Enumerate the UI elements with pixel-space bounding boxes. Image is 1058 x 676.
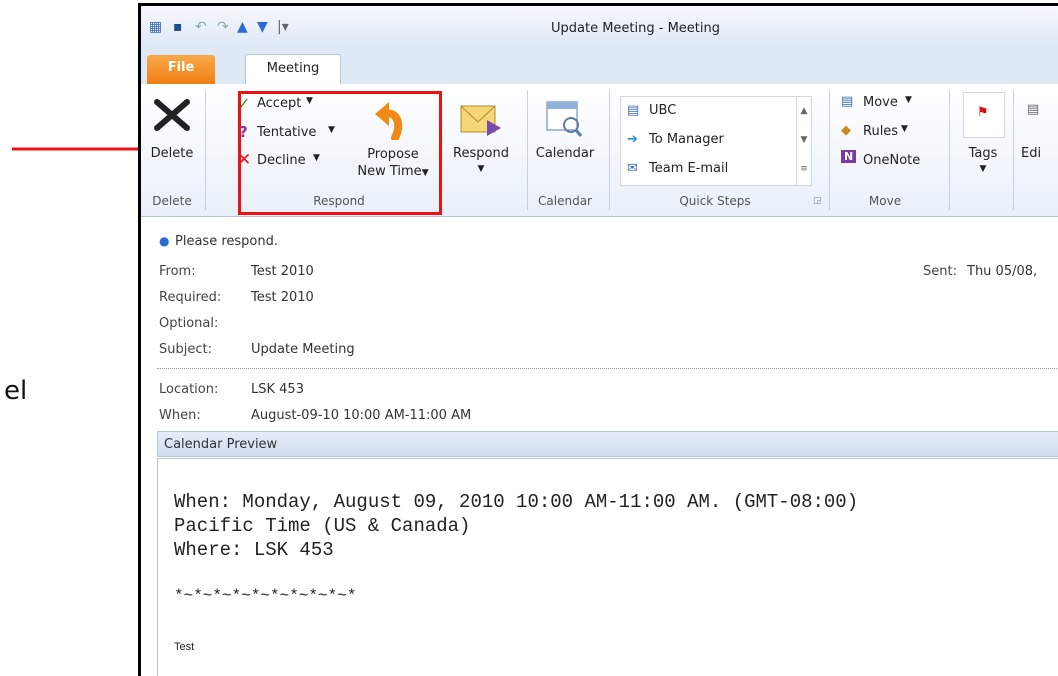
optional-label: Optional:: [159, 316, 219, 331]
body-separator-line: *~*~*~*~*~*~*~*~*~*: [174, 587, 357, 605]
sent-value: Thu 05/08,: [967, 264, 1038, 279]
editing-button[interactable]: Edi: [1021, 146, 1058, 161]
dialog-launcher-icon[interactable]: ◲: [813, 196, 822, 206]
from-value[interactable]: Test 2010: [251, 264, 314, 279]
move-button[interactable]: Move: [863, 95, 898, 110]
calendar-button[interactable]: Calendar: [533, 146, 597, 161]
quick-step-to-manager[interactable]: To Manager: [649, 132, 724, 147]
rules-button[interactable]: Rules: [863, 124, 898, 139]
location-value: LSK 453: [251, 382, 304, 397]
ribbon-separator: [1013, 90, 1014, 210]
group-label-quick-steps: Quick Steps: [679, 194, 751, 208]
respond-button[interactable]: Respond: [445, 146, 517, 161]
chevron-down-icon[interactable]: ▼: [901, 124, 908, 134]
calendar-preview-bar[interactable]: Calendar Preview: [157, 431, 1058, 457]
tags-icon-frame: ⚑: [963, 92, 1005, 138]
quick-step-ubc[interactable]: UBC: [649, 103, 676, 118]
forward-icon: ➔: [627, 132, 638, 147]
quick-step-team-email[interactable]: Team E-mail: [649, 161, 728, 176]
delete-button[interactable]: Delete: [147, 146, 197, 161]
calendar-icon: [546, 101, 583, 137]
ribbon-separator: [949, 90, 950, 210]
ribbon-separator: [527, 90, 528, 210]
flag-icon: ⚑: [977, 105, 989, 120]
tags-button[interactable]: Tags: [959, 146, 1007, 161]
quick-steps-gallery: ▤ UBC ➔ To Manager ✉ Team E-mail ▲ ▼ ≡: [620, 96, 812, 186]
ribbon-separator: [609, 90, 610, 210]
ribbon-tabs: File Meeting: [141, 46, 1058, 86]
tab-meeting[interactable]: Meeting: [245, 54, 341, 86]
outlook-meeting-window: ▦ ▪ ↶ ↷ ▲ ▼ |▾ Update Meeting - Meeting …: [138, 3, 1058, 676]
group-label-move: Move: [868, 194, 902, 208]
info-icon: ●: [159, 234, 170, 248]
header-divider: [157, 368, 1058, 369]
chevron-down-icon[interactable]: ▼: [959, 164, 1007, 174]
required-value[interactable]: Test 2010: [251, 290, 314, 305]
calendar-app-icon[interactable]: ▦: [149, 19, 162, 35]
tab-file[interactable]: File: [147, 55, 215, 85]
info-bar-text: Please respond.: [175, 234, 278, 249]
from-label: From:: [159, 264, 196, 279]
rules-icon: ◆: [841, 123, 851, 138]
previous-item-icon[interactable]: ▲: [237, 19, 248, 35]
ribbon-separator: [205, 90, 206, 210]
message-body: When: Monday, August 09, 2010 10:00 AM-1…: [157, 458, 1058, 676]
edit-icon: ▤: [1027, 102, 1040, 117]
next-item-icon[interactable]: ▼: [257, 19, 268, 35]
chevron-down-icon[interactable]: ▼: [905, 95, 912, 105]
group-label-delete: Delete: [152, 194, 192, 208]
subject-value: Update Meeting: [251, 342, 355, 357]
team-email-icon: ✉: [627, 161, 638, 176]
required-label: Required:: [159, 290, 222, 305]
when-value: August-09-10 10:00 AM-11:00 AM: [251, 408, 472, 423]
gallery-scroll[interactable]: ▲ ▼ ≡: [796, 97, 811, 185]
respond-envelope-icon: [460, 105, 501, 136]
body-text: Test: [174, 641, 195, 653]
undo-icon[interactable]: ↶: [195, 19, 207, 35]
onenote-button[interactable]: OneNote: [863, 153, 920, 168]
customize-toolbar-icon[interactable]: |▾: [277, 19, 289, 35]
quick-step-icon: ▤: [627, 103, 640, 118]
sent-label: Sent:: [923, 264, 957, 279]
when-label: When:: [159, 408, 201, 423]
group-label-calendar: Calendar: [538, 194, 592, 208]
body-when-line: When: Monday, August 09, 2010 10:00 AM-1…: [174, 491, 859, 513]
onenote-icon: N: [841, 150, 857, 163]
background-text-fragment: el: [4, 376, 28, 406]
ribbon-separator: [829, 90, 830, 210]
subject-label: Subject:: [159, 342, 212, 357]
window-title: Update Meeting - Meeting: [551, 21, 720, 36]
redo-icon[interactable]: ↷: [217, 19, 229, 35]
chevron-down-icon[interactable]: ▼: [445, 164, 517, 174]
delete-icon: [154, 99, 190, 131]
body-where-line: Where: LSK 453: [174, 539, 334, 561]
quick-access-toolbar: ▦ ▪ ↶ ↷ ▲ ▼ |▾ Update Meeting - Meeting: [141, 6, 1058, 46]
save-icon[interactable]: ▪: [173, 19, 183, 35]
location-label: Location:: [159, 382, 219, 397]
respond-highlight-box: [238, 91, 442, 215]
move-icon: ▤: [841, 94, 854, 109]
body-timezone-line: Pacific Time (US & Canada): [174, 515, 471, 537]
